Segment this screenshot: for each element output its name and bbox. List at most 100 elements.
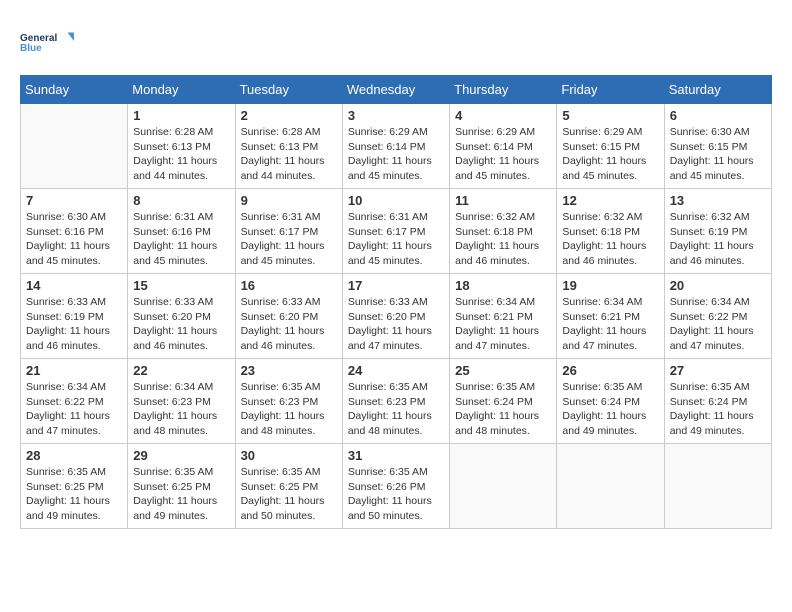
calendar-cell: 17Sunrise: 6:33 AMSunset: 6:20 PMDayligh… xyxy=(342,274,449,359)
sunset-text: Sunset: 6:13 PM xyxy=(133,141,211,153)
daylight-text: Daylight: 11 hours and 49 minutes. xyxy=(562,410,646,437)
day-number: 4 xyxy=(455,108,551,123)
sunrise-text: Sunrise: 6:30 AM xyxy=(26,211,106,223)
day-info: Sunrise: 6:29 AMSunset: 6:15 PMDaylight:… xyxy=(562,125,658,184)
day-number: 27 xyxy=(670,363,766,378)
daylight-text: Daylight: 11 hours and 46 minutes. xyxy=(562,240,646,267)
sunrise-text: Sunrise: 6:32 AM xyxy=(670,211,750,223)
sunrise-text: Sunrise: 6:31 AM xyxy=(241,211,321,223)
sunrise-text: Sunrise: 6:34 AM xyxy=(26,381,106,393)
calendar-cell: 15Sunrise: 6:33 AMSunset: 6:20 PMDayligh… xyxy=(128,274,235,359)
day-info: Sunrise: 6:33 AMSunset: 6:20 PMDaylight:… xyxy=(348,295,444,354)
day-info: Sunrise: 6:34 AMSunset: 6:22 PMDaylight:… xyxy=(26,380,122,439)
day-info: Sunrise: 6:32 AMSunset: 6:18 PMDaylight:… xyxy=(455,210,551,269)
sunrise-text: Sunrise: 6:35 AM xyxy=(348,466,428,478)
day-info: Sunrise: 6:34 AMSunset: 6:21 PMDaylight:… xyxy=(455,295,551,354)
calendar-cell: 9Sunrise: 6:31 AMSunset: 6:17 PMDaylight… xyxy=(235,189,342,274)
sunset-text: Sunset: 6:20 PM xyxy=(241,311,319,323)
calendar-cell: 4 Sunrise: 6:29 AMSunset: 6:14 PMDaylight… xyxy=(450,104,557,189)
sunrise-text: Sunrise: 6:29 AM xyxy=(348,126,428,138)
sunrise-text: Sunrise: 6:29 AM xyxy=(562,126,642,138)
calendar-cell: 2 Sunrise: 6:28 AMSunset: 6:13 PMDaylight… xyxy=(235,104,342,189)
calendar-table: SundayMondayTuesdayWednesdayThursdayFrid… xyxy=(20,75,772,529)
logo: General Blue xyxy=(20,20,75,65)
sunset-text: Sunset: 6:15 PM xyxy=(562,141,640,153)
day-number: 3 xyxy=(348,108,444,123)
calendar-cell: 25Sunrise: 6:35 AMSunset: 6:24 PMDayligh… xyxy=(450,359,557,444)
daylight-text: Daylight: 11 hours and 48 minutes. xyxy=(348,410,432,437)
calendar-cell xyxy=(557,444,664,529)
calendar-cell: 30Sunrise: 6:35 AMSunset: 6:25 PMDayligh… xyxy=(235,444,342,529)
day-number: 6 xyxy=(670,108,766,123)
day-info: Sunrise: 6:35 AMSunset: 6:25 PMDaylight:… xyxy=(133,465,229,524)
calendar-cell: 18Sunrise: 6:34 AMSunset: 6:21 PMDayligh… xyxy=(450,274,557,359)
logo-svg: General Blue xyxy=(20,20,75,65)
sunrise-text: Sunrise: 6:35 AM xyxy=(562,381,642,393)
calendar-cell: 11Sunrise: 6:32 AMSunset: 6:18 PMDayligh… xyxy=(450,189,557,274)
daylight-text: Daylight: 11 hours and 50 minutes. xyxy=(241,495,325,522)
daylight-text: Daylight: 11 hours and 45 minutes. xyxy=(241,240,325,267)
day-number: 8 xyxy=(133,193,229,208)
calendar-cell: 12Sunrise: 6:32 AMSunset: 6:18 PMDayligh… xyxy=(557,189,664,274)
calendar-cell: 14Sunrise: 6:33 AMSunset: 6:19 PMDayligh… xyxy=(21,274,128,359)
day-number: 2 xyxy=(241,108,337,123)
calendar-cell: 21Sunrise: 6:34 AMSunset: 6:22 PMDayligh… xyxy=(21,359,128,444)
daylight-text: Daylight: 11 hours and 44 minutes. xyxy=(241,155,325,182)
day-info: Sunrise: 6:35 AM Sunset: 6:23 PM Daylight:… xyxy=(348,380,444,439)
calendar-header-row: SundayMondayTuesdayWednesdayThursdayFrid… xyxy=(21,76,772,104)
calendar-cell: 16Sunrise: 6:33 AMSunset: 6:20 PMDayligh… xyxy=(235,274,342,359)
calendar-cell: 31Sunrise: 6:35 AMSunset: 6:26 PMDayligh… xyxy=(342,444,449,529)
day-number: 1 xyxy=(133,108,229,123)
sunrise-text: Sunrise: 6:34 AM xyxy=(670,296,750,308)
sunrise-text: Sunrise: 6:35 AM xyxy=(348,381,428,393)
sunset-text: Sunset: 6:21 PM xyxy=(562,311,640,323)
column-header-thursday: Thursday xyxy=(450,76,557,104)
sunset-text: Sunset: 6:16 PM xyxy=(133,226,211,238)
column-header-monday: Monday xyxy=(128,76,235,104)
sunset-text: Sunset: 6:14 PM xyxy=(348,141,426,153)
daylight-text: Daylight: 11 hours and 47 minutes. xyxy=(562,325,646,352)
sunset-text: Sunset: 6:23 PM xyxy=(348,396,426,408)
day-info: Sunrise: 6:30 AMSunset: 6:16 PMDaylight:… xyxy=(26,210,122,269)
day-info: Sunrise: 6:28 AMSunset: 6:13 PMDaylight:… xyxy=(241,125,337,184)
day-number: 25 xyxy=(455,363,551,378)
day-info: Sunrise: 6:35 AMSunset: 6:25 PMDaylight:… xyxy=(241,465,337,524)
calendar-cell: 23Sunrise: 6:35 AMSunset: 6:23 PMDayligh… xyxy=(235,359,342,444)
sunset-text: Sunset: 6:20 PM xyxy=(133,311,211,323)
day-info: Sunrise: 6:32 AMSunset: 6:19 PMDaylight:… xyxy=(670,210,766,269)
calendar-cell: 7 Sunrise: 6:30 AMSunset: 6:16 PMDaylight… xyxy=(21,189,128,274)
day-number: 26 xyxy=(562,363,658,378)
day-info: Sunrise: 6:29 AMSunset: 6:14 PMDaylight:… xyxy=(455,125,551,184)
sunset-text: Sunset: 6:22 PM xyxy=(670,311,748,323)
sunset-text: Sunset: 6:26 PM xyxy=(348,481,426,493)
day-info: Sunrise: 6:33 AMSunset: 6:20 PMDaylight:… xyxy=(133,295,229,354)
day-info: Sunrise: 6:34 AMSunset: 6:21 PMDaylight:… xyxy=(562,295,658,354)
sunrise-text: Sunrise: 6:33 AM xyxy=(133,296,213,308)
sunrise-text: Sunrise: 6:32 AM xyxy=(562,211,642,223)
calendar-cell xyxy=(450,444,557,529)
daylight-text: Daylight: 11 hours and 49 minutes. xyxy=(670,410,754,437)
sunset-text: Sunset: 6:17 PM xyxy=(241,226,319,238)
calendar-cell: 26 Sunrise: 6:35 AM Sunset: 6:24 PM Dayligh… xyxy=(557,359,664,444)
calendar-cell: 1Sunrise: 6:28 AMSunset: 6:13 PMDaylight… xyxy=(128,104,235,189)
daylight-text: Daylight: 11 hours and 48 minutes. xyxy=(133,410,217,437)
column-header-tuesday: Tuesday xyxy=(235,76,342,104)
calendar-cell: 5Sunrise: 6:29 AMSunset: 6:15 PMDaylight… xyxy=(557,104,664,189)
sunset-text: Sunset: 6:19 PM xyxy=(670,226,748,238)
day-number: 15 xyxy=(133,278,229,293)
sunset-text: Sunset: 6:24 PM xyxy=(562,396,640,408)
sunrise-text: Sunrise: 6:30 AM xyxy=(670,126,750,138)
page-header: General Blue xyxy=(20,20,772,65)
calendar-week-4: 21Sunrise: 6:34 AMSunset: 6:22 PMDayligh… xyxy=(21,359,772,444)
column-header-wednesday: Wednesday xyxy=(342,76,449,104)
column-header-sunday: Sunday xyxy=(21,76,128,104)
daylight-text: Daylight: 11 hours and 48 minutes. xyxy=(241,410,325,437)
sunrise-text: Sunrise: 6:31 AM xyxy=(133,211,213,223)
day-number: 7 xyxy=(26,193,122,208)
sunset-text: Sunset: 6:19 PM xyxy=(26,311,104,323)
calendar-cell xyxy=(21,104,128,189)
daylight-text: Daylight: 11 hours and 45 minutes. xyxy=(670,155,754,182)
calendar-cell: 10Sunrise: 6:31 AMSunset: 6:17 PMDayligh… xyxy=(342,189,449,274)
sunrise-text: Sunrise: 6:33 AM xyxy=(26,296,106,308)
svg-text:General: General xyxy=(20,33,57,44)
